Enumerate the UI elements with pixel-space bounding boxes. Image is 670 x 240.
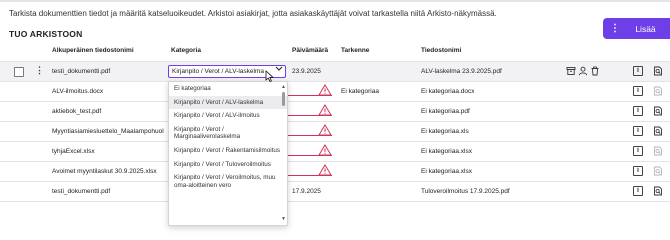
row-filename: Avoimet myyntilaskut 30.9.2025.xlsx [52, 168, 157, 175]
archive-icon[interactable] [566, 66, 576, 76]
row-target-filename: Ei kategoriaa.xls [421, 128, 469, 135]
top-divider [0, 0, 670, 2]
info-icon[interactable]: i [633, 106, 643, 116]
table-row [0, 201, 670, 226]
row-filename: testi_dokumentti.pdf [52, 68, 111, 75]
dropdown-option[interactable]: Kirjanpito / Verot / Tuloveroilmoitus [169, 158, 287, 172]
info-icon[interactable]: i [633, 86, 643, 96]
column-header-category[interactable]: Kategoria [171, 47, 201, 54]
row-target-filename: Tuloveroilmoitus 17.9.2025.pdf [421, 188, 510, 195]
preview-search-icon[interactable] [653, 126, 663, 136]
column-header-target[interactable]: Tiedostonimi [421, 47, 461, 54]
dropdown-option[interactable]: Kirjanpito / Verot / ALV-ilmoitus [169, 109, 287, 123]
table-row[interactable]: ⋮ testi_dokumentti.pdf Kirjanpito / Vero… [0, 61, 670, 81]
warning-icon [318, 164, 332, 176]
row-target-filename: Ei kategoriaa.docx [421, 88, 475, 95]
scroll-up-icon[interactable]: ▲ [281, 84, 286, 90]
dropdown-option[interactable]: Ei kategoriaa [169, 82, 287, 96]
row-filename: ALV-ilmoitus.docx [52, 88, 104, 95]
preview-search-icon[interactable] [653, 166, 663, 176]
table-row[interactable]: aktiebok_test.pdf Ei kategoriaa.pdf i [0, 101, 670, 121]
table-row[interactable]: ALV-ilmoitus.docx Ei kategoriaa Ei kateg… [0, 81, 670, 101]
warning-icon [318, 104, 332, 116]
row-filename: Myyntiasiamiesluettelo_Maalampohuol... [52, 128, 164, 135]
category-dropdown-list[interactable]: Ei kategoriaa Kirjanpito / Verot / ALV-l… [168, 81, 288, 226]
table-header: Alkuperäinen tiedostonimi Kategoria Päiv… [0, 40, 670, 60]
warning-icon [318, 124, 332, 136]
more-options-icon: ⋮ [610, 23, 620, 34]
warning-icon [318, 144, 332, 156]
user-icon[interactable] [578, 66, 588, 76]
info-icon[interactable]: i [633, 186, 643, 196]
intro-text: Tarkista dokumenttien tiedot ja määritä … [9, 9, 497, 18]
preview-search-icon[interactable] [653, 146, 663, 156]
row-date: 17.9.2025 [292, 188, 321, 195]
chevron-down-icon[interactable] [275, 66, 283, 74]
mouse-cursor-icon [265, 70, 274, 82]
preview-search-icon[interactable] [653, 106, 663, 116]
row-target-filename: Ei kategoriaa.xlsx [421, 148, 472, 155]
info-icon[interactable]: i [633, 66, 643, 76]
row-date: 23.9.2025 [292, 68, 321, 75]
row-filename: testi_dokumentti.pdf [52, 188, 111, 195]
section-title: TUO ARKISTOON [9, 29, 83, 39]
row-target-filename: ALV-laskelma 23.9.2025.pdf [421, 68, 502, 75]
dropdown-option[interactable]: Kirjanpito / Verot / Rakentamisilmoitus [169, 144, 287, 158]
row-menu-icon[interactable]: ⋮ [35, 65, 44, 76]
row-checkbox[interactable] [14, 67, 24, 77]
dropdown-option-selected[interactable]: Kirjanpito / Verot / ALV-laskelma [169, 95, 287, 110]
trash-icon[interactable] [590, 66, 600, 76]
row-detail: Ei kategoriaa [341, 88, 379, 95]
table-row[interactable]: Myyntiasiamiesluettelo_Maalampohuol... E… [0, 121, 670, 141]
dropdown-option[interactable]: Kirjanpito / Verot / Veroilmoitus, muu o… [169, 171, 287, 192]
column-header-filename[interactable]: Alkuperäinen tiedostonimi [52, 47, 134, 54]
row-target-filename: Ei kategoriaa.xlsx [421, 168, 472, 175]
scroll-down-icon[interactable]: ▼ [281, 216, 286, 222]
row-filename: tyhjaExcel.xlsx [52, 148, 95, 155]
preview-search-icon[interactable] [653, 186, 663, 196]
preview-search-icon[interactable] [653, 86, 663, 96]
column-header-date[interactable]: Päivämäärä [292, 47, 328, 54]
preview-search-icon[interactable] [653, 66, 663, 76]
row-target-filename: Ei kategoriaa.pdf [421, 108, 470, 115]
dropdown-option[interactable]: Kirjanpito / Verot / Marginaaliverolaske… [169, 123, 287, 144]
info-icon[interactable]: i [633, 146, 643, 156]
scrollbar-thumb[interactable] [282, 92, 285, 106]
dropdown-scrollbar[interactable]: ▲ ▼ [281, 84, 286, 222]
info-icon[interactable]: i [633, 166, 643, 176]
column-header-detail[interactable]: Tarkenne [341, 47, 369, 54]
row-filename: aktiebok_test.pdf [52, 108, 102, 115]
table-row[interactable]: testi_dokumentti.pdf 17.9.2025 Tuloveroi… [0, 181, 670, 201]
add-button[interactable]: ⋮ Lisää [603, 18, 670, 39]
table-row[interactable]: tyhjaExcel.xlsx Ei kategoriaa.xlsx i [0, 141, 670, 161]
table-row[interactable]: Avoimet myyntilaskut 30.9.2025.xlsx Ei k… [0, 161, 670, 181]
warning-icon [318, 84, 332, 96]
add-button-label: Lisää [635, 23, 656, 34]
info-icon[interactable]: i [633, 126, 643, 136]
